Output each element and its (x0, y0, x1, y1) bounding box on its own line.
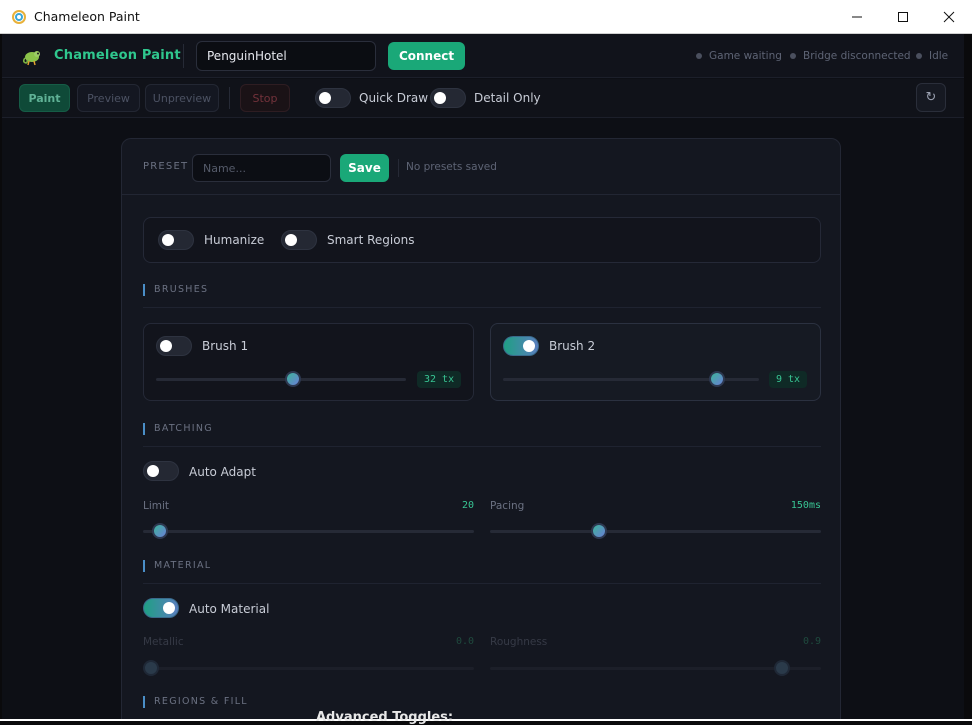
brand-title: Chameleon Paint (54, 48, 181, 63)
limit-slider-track[interactable] (143, 530, 474, 533)
window-titlebar: Chameleon Paint (0, 0, 972, 34)
smart-regions-toggle[interactable] (281, 230, 317, 250)
pacing-label: Pacing (490, 500, 525, 512)
general-toggles-box: Humanize Smart Regions (143, 217, 821, 263)
section-batching-title: BATCHING (143, 423, 213, 435)
section-divider (143, 307, 821, 308)
toolbar-divider (229, 87, 230, 109)
roughness-slider-track[interactable] (490, 667, 821, 670)
status-game: Game waiting (696, 50, 782, 62)
auto-material-toggle[interactable] (143, 598, 179, 618)
toolbar: Paint Preview Unpreview Stop Quick Draw … (2, 79, 964, 118)
pacing-slider-track[interactable] (490, 530, 821, 533)
roughness-slider-thumb[interactable] (773, 660, 790, 676)
smart-regions-label: Smart Regions (327, 233, 415, 247)
humanize-toggle[interactable] (158, 230, 194, 250)
status-idle: Idle (916, 50, 948, 62)
no-presets-text: No presets saved (406, 161, 497, 173)
brush-1-slider-thumb[interactable] (284, 371, 301, 387)
section-brushes-title: BRUSHES (143, 284, 208, 296)
app-window: Chameleon Paint Connect Game waiting Bri… (2, 34, 964, 719)
brush-2-card: Brush 2 9 tx (490, 323, 821, 401)
refresh-icon: ↻ (925, 90, 937, 105)
brush-1-label: Brush 1 (202, 339, 249, 353)
auto-adapt-label: Auto Adapt (189, 465, 256, 479)
section-divider (143, 583, 821, 584)
section-divider (143, 446, 821, 447)
quick-draw-toggle[interactable] (315, 88, 351, 108)
section-regions-title: REGIONS & FILL (143, 696, 248, 708)
app-icon (12, 9, 26, 24)
metallic-slider-track[interactable] (143, 667, 474, 670)
settings-panel: PRESET Save No presets saved Humanize Sm… (121, 138, 841, 719)
limit-label: Limit (143, 500, 170, 512)
save-preset-button[interactable]: Save (340, 154, 389, 182)
brush-2-slider-thumb[interactable] (709, 371, 726, 387)
brush-1-slider-track[interactable] (156, 378, 406, 381)
close-button[interactable] (926, 0, 972, 34)
roughness-label: Roughness (490, 636, 548, 648)
roughness-value: 0.9 (802, 636, 821, 647)
auto-adapt-toggle[interactable] (143, 461, 179, 481)
preset-divider (398, 159, 399, 177)
background-advanced-toggles-text: Advanced Toggles: (316, 710, 454, 725)
paint-button[interactable]: Paint (19, 84, 70, 112)
limit-value: 20 (461, 500, 474, 511)
minimize-button[interactable] (834, 0, 880, 34)
quick-draw-label: Quick Draw (359, 91, 429, 105)
brush-2-toggle[interactable] (503, 336, 539, 356)
chameleon-logo-icon (22, 51, 40, 66)
preview-button[interactable]: Preview (77, 84, 140, 112)
brush-1-value-badge: 32 tx (417, 371, 462, 388)
brush-1-toggle[interactable] (156, 336, 192, 356)
section-material-title: MATERIAL (143, 560, 211, 572)
preset-bar: PRESET Save No presets saved (122, 139, 840, 195)
detail-only-label: Detail Only (474, 91, 541, 105)
minimize-icon (852, 16, 862, 18)
limit-slider-thumb[interactable] (152, 523, 169, 539)
metallic-value: 0.0 (455, 636, 474, 647)
humanize-label: Humanize (204, 233, 265, 247)
stop-button[interactable]: Stop (240, 84, 290, 112)
brush-2-value-badge: 9 tx (769, 371, 808, 388)
maximize-button[interactable] (880, 0, 926, 34)
brush-1-card: Brush 1 32 tx (143, 323, 474, 401)
app-header: Chameleon Paint Connect Game waiting Bri… (2, 34, 964, 78)
window-right-edge (964, 34, 972, 721)
pacing-value: 150ms (790, 500, 821, 511)
brush-2-label: Brush 2 (549, 339, 596, 353)
metallic-slider-thumb[interactable] (143, 660, 159, 676)
header-divider (183, 44, 184, 68)
metallic-label: Metallic (143, 636, 184, 648)
detail-only-toggle[interactable] (430, 88, 466, 108)
unpreview-button[interactable]: Unpreview (145, 84, 219, 112)
status-bridge: Bridge disconnected (790, 50, 911, 62)
server-name-input[interactable] (196, 41, 376, 71)
maximize-icon (898, 12, 908, 22)
status-dot-icon (916, 53, 922, 59)
refresh-button[interactable]: ↻ (916, 83, 946, 112)
status-dot-icon (696, 53, 702, 59)
preset-name-input[interactable] (192, 154, 331, 182)
auto-material-label: Auto Material (189, 602, 270, 616)
pacing-slider-thumb[interactable] (590, 523, 607, 539)
close-icon (943, 11, 955, 23)
connect-button[interactable]: Connect (388, 42, 465, 70)
window-title: Chameleon Paint (34, 9, 140, 24)
preset-label: PRESET (143, 161, 189, 172)
status-dot-icon (790, 53, 796, 59)
